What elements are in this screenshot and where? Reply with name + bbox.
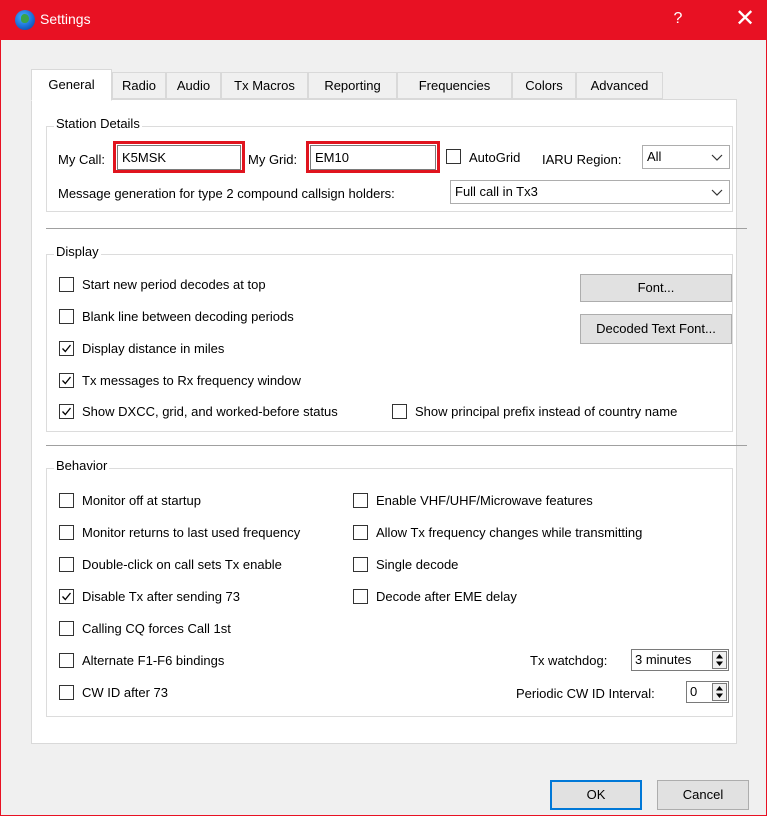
monitor-off-label: Monitor off at startup: [82, 493, 201, 508]
cw-id-label: CW ID after 73: [82, 685, 168, 700]
tx-to-rx-label: Tx messages to Rx frequency window: [82, 373, 301, 388]
start-new-period-checkbox[interactable]: [59, 277, 74, 292]
separator: [46, 228, 747, 229]
allow-tx-freq-checkbox[interactable]: [353, 525, 368, 540]
monitor-off-checkbox[interactable]: [59, 493, 74, 508]
allow-tx-freq-label: Allow Tx frequency changes while transmi…: [376, 525, 643, 540]
show-dxcc-label: Show DXCC, grid, and worked-before statu…: [82, 404, 338, 419]
iaru-region-label: IARU Region:: [542, 152, 622, 167]
msg-gen-label: Message generation for type 2 compound c…: [58, 186, 395, 201]
calling-cq-label: Calling CQ forces Call 1st: [82, 621, 231, 636]
blank-line-label: Blank line between decoding periods: [82, 309, 294, 324]
close-button[interactable]: ✕: [730, 5, 760, 33]
my-call-label: My Call:: [58, 152, 105, 167]
checkmark-icon: [62, 344, 72, 353]
single-decode-label: Single decode: [376, 557, 459, 572]
decode-eme-label: Decode after EME delay: [376, 589, 517, 604]
display-title: Display: [54, 244, 101, 259]
autogrid-checkbox[interactable]: [446, 149, 461, 164]
blank-line-checkbox[interactable]: [59, 309, 74, 324]
tab-advanced[interactable]: Advanced: [576, 72, 663, 99]
checkmark-icon: [62, 376, 72, 385]
ok-button[interactable]: OK: [550, 780, 642, 810]
tab-frequencies[interactable]: Frequencies: [397, 72, 512, 99]
checkmark-icon: [62, 407, 72, 416]
spin-arrows-icon[interactable]: [712, 683, 727, 701]
app-globe-icon: [15, 10, 35, 30]
cw-interval-spinbox[interactable]: 0: [686, 681, 729, 703]
chevron-down-icon: [711, 154, 723, 161]
checkmark-icon: [62, 592, 72, 601]
spin-arrows-icon[interactable]: [712, 651, 727, 669]
start-new-period-label: Start new period decodes at top: [82, 277, 266, 292]
double-click-label: Double-click on call sets Tx enable: [82, 557, 282, 572]
cancel-button[interactable]: Cancel: [657, 780, 749, 810]
decoded-text-font-button[interactable]: Decoded Text Font...: [580, 314, 732, 344]
decode-eme-checkbox[interactable]: [353, 589, 368, 604]
cw-id-checkbox[interactable]: [59, 685, 74, 700]
help-button[interactable]: ?: [668, 10, 688, 28]
general-tab-pane: Station Details My Call: K5MSK My Grid: …: [31, 99, 747, 744]
iaru-region-select[interactable]: All: [642, 145, 730, 169]
monitor-returns-checkbox[interactable]: [59, 525, 74, 540]
tx-watchdog-label: Tx watchdog:: [530, 653, 608, 668]
font-button[interactable]: Font...: [580, 274, 732, 302]
principal-prefix-label: Show principal prefix instead of country…: [415, 404, 678, 419]
tab-audio[interactable]: Audio: [166, 72, 221, 99]
chevron-down-icon: [711, 189, 723, 196]
station-details-title: Station Details: [54, 116, 142, 131]
distance-miles-label: Display distance in miles: [82, 341, 225, 356]
vhf-checkbox[interactable]: [353, 493, 368, 508]
alt-bindings-checkbox[interactable]: [59, 653, 74, 668]
tx-watchdog-value: 3 minutes: [635, 652, 692, 667]
my-grid-label: My Grid:: [248, 152, 298, 167]
tab-colors[interactable]: Colors: [512, 72, 576, 99]
principal-prefix-checkbox[interactable]: [392, 404, 407, 419]
separator: [46, 445, 747, 446]
tx-watchdog-spinbox[interactable]: 3 minutes: [631, 649, 729, 671]
iaru-region-value: All: [647, 149, 662, 164]
disable-tx-checkbox[interactable]: [59, 589, 74, 604]
distance-miles-checkbox[interactable]: [59, 341, 74, 356]
alt-bindings-label: Alternate F1-F6 bindings: [82, 653, 225, 668]
tab-tx-macros[interactable]: Tx Macros: [221, 72, 308, 99]
tab-general[interactable]: General: [31, 69, 112, 101]
single-decode-checkbox[interactable]: [353, 557, 368, 572]
behavior-title: Behavior: [54, 458, 110, 473]
vhf-label: Enable VHF/UHF/Microwave features: [376, 493, 593, 508]
autogrid-label: AutoGrid: [469, 150, 521, 165]
tab-radio[interactable]: Radio: [112, 72, 166, 99]
msg-gen-value: Full call in Tx3: [455, 184, 538, 199]
tx-to-rx-checkbox[interactable]: [59, 373, 74, 388]
msg-gen-select[interactable]: Full call in Tx3: [450, 180, 730, 204]
my-grid-input[interactable]: EM10: [310, 145, 436, 170]
show-dxcc-checkbox[interactable]: [59, 404, 74, 419]
cw-interval-label: Periodic CW ID Interval:: [516, 686, 655, 701]
my-call-input[interactable]: K5MSK: [117, 145, 241, 170]
window-title: Settings: [40, 11, 91, 27]
disable-tx-label: Disable Tx after sending 73: [82, 589, 241, 604]
settings-dialog: Settings ? ✕ General Radio Audio Tx Macr…: [0, 0, 767, 816]
cw-interval-value: 0: [690, 684, 698, 699]
tab-reporting[interactable]: Reporting: [308, 72, 397, 99]
title-bar: Settings ? ✕: [0, 0, 767, 40]
monitor-returns-label: Monitor returns to last used frequency: [82, 525, 301, 540]
double-click-checkbox[interactable]: [59, 557, 74, 572]
calling-cq-checkbox[interactable]: [59, 621, 74, 636]
